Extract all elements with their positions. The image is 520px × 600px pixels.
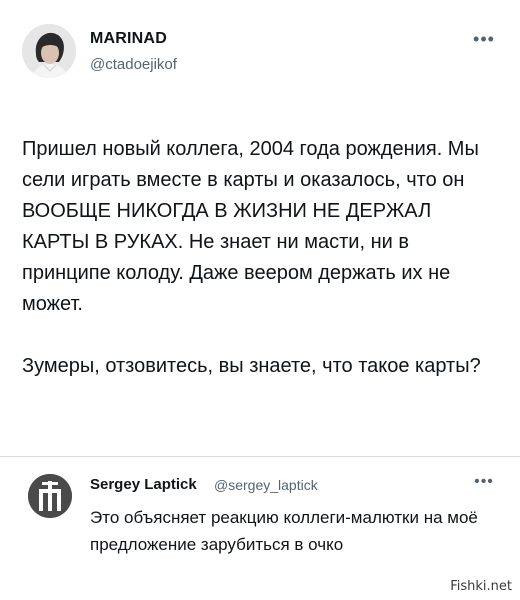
author-avatar[interactable] <box>22 24 76 78</box>
reply-avatar[interactable] <box>28 474 72 518</box>
divider <box>0 456 520 457</box>
post-header: MARINAD @ctadoejikof ••• <box>22 24 498 80</box>
post-paragraph: Зумеры, отзовитесь, вы знаете, что такое… <box>22 355 481 377</box>
post-text: Пришел новый коллега, 2004 года рождения… <box>22 134 492 382</box>
more-options-icon[interactable]: ••• <box>472 30 496 48</box>
reply-post: Sergey Laptick @sergey_laptick ••• Это о… <box>22 468 498 578</box>
watermark: Fishki.net <box>450 579 512 594</box>
reply-author-name[interactable]: Sergey Laptick <box>90 476 197 493</box>
reply-more-options-icon[interactable]: ••• <box>472 474 496 490</box>
reply-author-handle[interactable]: @sergey_laptick <box>214 477 318 493</box>
author-name[interactable]: MARINAD <box>90 30 167 48</box>
cross-symbol-icon <box>28 474 72 518</box>
portrait-icon <box>22 24 76 78</box>
author-handle[interactable]: @ctadoejikof <box>90 56 177 73</box>
reply-text: Это объясняет реакцию коллеги-малютки на… <box>90 508 478 554</box>
post-paragraph: Пришел новый коллега, 2004 года рождения… <box>22 138 479 315</box>
